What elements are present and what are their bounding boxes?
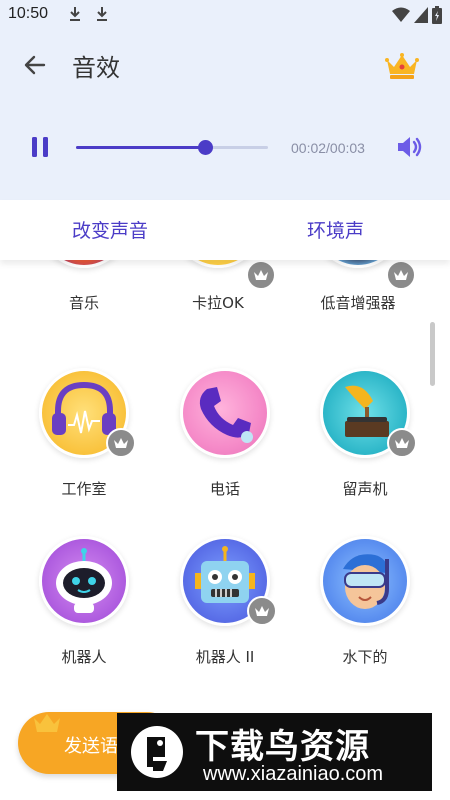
download-notification-icon bbox=[97, 7, 107, 21]
effect-label: 卡拉OK bbox=[192, 294, 244, 312]
page-title: 音效 bbox=[72, 54, 120, 82]
vip-crown-badge bbox=[247, 596, 277, 626]
tab-change-voice[interactable]: 改变声音 bbox=[72, 216, 148, 243]
tab-ambient-sound[interactable]: 环境声 bbox=[307, 216, 364, 243]
watermark-title: 下载鸟资源 bbox=[195, 727, 370, 767]
effect-label: 低音增强器 bbox=[320, 294, 396, 312]
effect-label: 电话 bbox=[209, 480, 240, 498]
robot-icon bbox=[39, 536, 129, 626]
effect-underwater[interactable]: 水下的 bbox=[305, 536, 425, 676]
volume-icon[interactable] bbox=[396, 134, 424, 160]
scrollbar[interactable] bbox=[430, 322, 435, 386]
bird-logo-icon bbox=[131, 726, 183, 778]
effect-robot-2[interactable]: 机器人 II bbox=[165, 536, 285, 676]
effect-label: 机器人 II bbox=[195, 648, 255, 666]
music-icon bbox=[39, 260, 129, 268]
wifi-icon bbox=[392, 7, 410, 22]
effect-label: 音乐 bbox=[68, 294, 99, 312]
effect-robot[interactable]: 机器人 bbox=[24, 536, 144, 676]
effect-studio[interactable]: 工作室 bbox=[24, 368, 144, 508]
vip-crown-badge bbox=[386, 260, 416, 290]
send-voice-label: 发送语 bbox=[64, 736, 118, 757]
vip-crown-badge bbox=[387, 428, 417, 458]
effect-gramophone[interactable]: 留声机 bbox=[305, 368, 425, 508]
battery-icon bbox=[432, 6, 442, 24]
vip-crown-badge bbox=[246, 260, 276, 290]
header: 音效 00:02/00:03 bbox=[0, 30, 450, 200]
effect-bass-booster[interactable]: 低音增强器 bbox=[298, 260, 418, 318]
effect-music[interactable]: 音乐 bbox=[24, 260, 144, 318]
watermark-url: www.xiazainiao.com bbox=[203, 763, 384, 785]
effect-label: 工作室 bbox=[61, 480, 107, 498]
pause-icon[interactable] bbox=[30, 136, 50, 158]
playback-progress-knob[interactable] bbox=[197, 140, 213, 155]
vip-crown-badge bbox=[106, 428, 136, 458]
download-notification-icon bbox=[70, 7, 80, 21]
crown-icon[interactable] bbox=[384, 52, 420, 80]
effect-label: 机器人 bbox=[61, 648, 107, 666]
status-time: 10:50 bbox=[8, 5, 49, 22]
diver-icon bbox=[320, 536, 410, 626]
time-readout: 00:02/00:03 bbox=[291, 140, 365, 156]
effect-phone[interactable]: 电话 bbox=[165, 368, 285, 508]
crown-icon bbox=[34, 714, 60, 732]
effect-label: 留声机 bbox=[342, 480, 388, 498]
status-bar: 10:50 bbox=[0, 0, 450, 30]
effect-label: 水下的 bbox=[342, 648, 388, 666]
watermark-banner: 下载鸟资源 www.xiazainiao.com bbox=[117, 713, 432, 791]
phone-icon bbox=[180, 368, 270, 458]
arrow-left-icon[interactable] bbox=[22, 52, 48, 78]
playback-progress-track[interactable] bbox=[76, 140, 268, 155]
effect-karaoke[interactable]: 卡拉OK bbox=[158, 260, 278, 318]
playback-progress-fill bbox=[76, 146, 205, 149]
tab-bar: 改变声音 环境声 bbox=[0, 200, 450, 260]
signal-icon bbox=[414, 7, 428, 23]
